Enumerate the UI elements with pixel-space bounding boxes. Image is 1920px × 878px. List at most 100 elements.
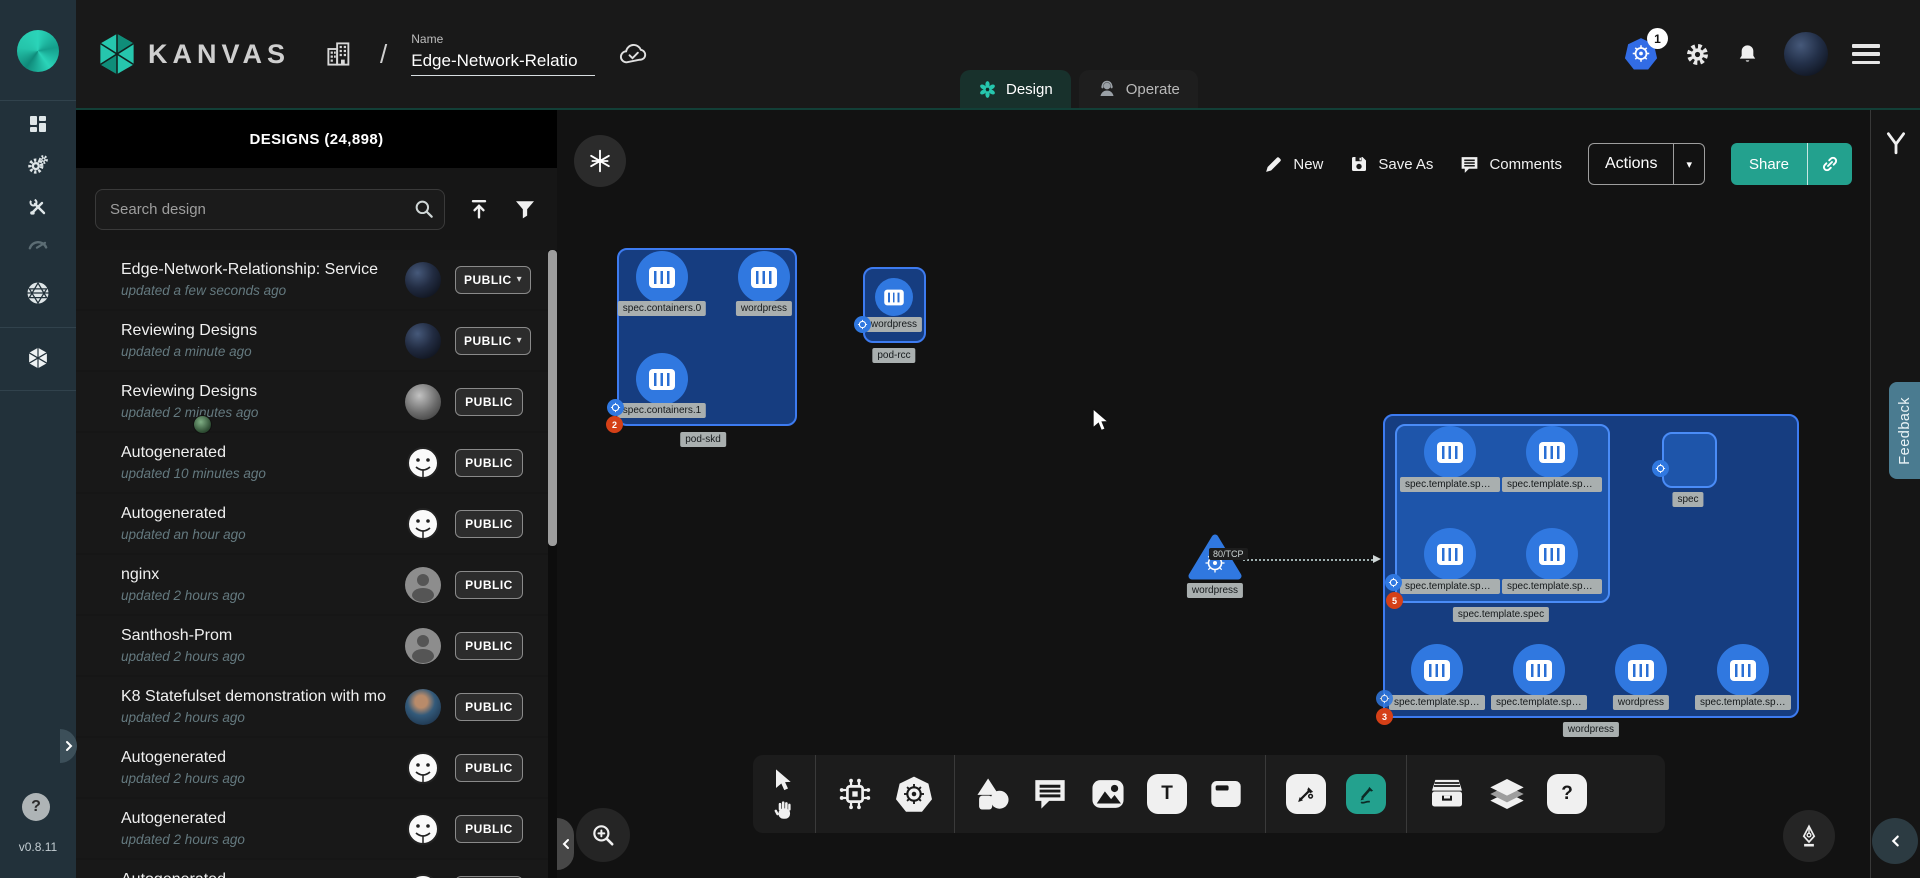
note-tool[interactable] bbox=[1207, 775, 1245, 813]
node-bottom-container-2[interactable] bbox=[1615, 644, 1667, 696]
list-item[interactable]: Autogeneratedupdated 2 hours agoPUBLIC bbox=[76, 799, 549, 858]
visibility-badge[interactable]: PUBLIC▾ bbox=[455, 266, 531, 294]
actions-caret-icon[interactable]: ▾ bbox=[1674, 144, 1704, 184]
sidebar-item-lifecycle[interactable] bbox=[18, 148, 58, 182]
edge-service-to-deployment[interactable] bbox=[1243, 559, 1377, 561]
list-item[interactable]: Edge-Network-Relationship: Serviceupdate… bbox=[76, 250, 549, 309]
menu-button[interactable] bbox=[1852, 44, 1880, 64]
image-tool[interactable] bbox=[1089, 775, 1127, 813]
notifications-button[interactable] bbox=[1735, 41, 1760, 68]
hierarchy-view-button[interactable] bbox=[1879, 126, 1913, 160]
design-name-input[interactable] bbox=[411, 49, 595, 76]
tab-operate[interactable]: Operate bbox=[1079, 70, 1198, 108]
helm-badge-icon[interactable] bbox=[1385, 574, 1402, 591]
freehand-draw-tool-active[interactable] bbox=[1346, 774, 1386, 814]
import-design-button[interactable] bbox=[467, 197, 491, 221]
search-input[interactable] bbox=[95, 189, 445, 230]
node-bottom-container-3[interactable] bbox=[1717, 644, 1769, 696]
canvas-menu-button[interactable] bbox=[574, 135, 626, 187]
visibility-badge[interactable]: PUBLIC bbox=[455, 449, 523, 477]
user-avatar[interactable] bbox=[1784, 32, 1828, 76]
filter-button[interactable] bbox=[513, 197, 537, 221]
visibility-badge[interactable]: PUBLIC▾ bbox=[455, 327, 531, 355]
visibility-badge[interactable]: PUBLIC bbox=[455, 388, 523, 416]
canvas-toolbar: New Save As Comments Actions ▾ Share bbox=[1263, 142, 1852, 186]
visibility-badge[interactable]: PUBLIC bbox=[455, 510, 523, 538]
error-count-badge[interactable]: 5 bbox=[1386, 592, 1403, 609]
visibility-badge[interactable]: PUBLIC bbox=[455, 754, 523, 782]
list-item[interactable]: Reviewing Designsupdated 2 minutes agoPU… bbox=[76, 372, 549, 431]
list-item[interactable]: Autogeneratedupdated 2 hours agoPUBLIC bbox=[76, 738, 549, 797]
visibility-badge[interactable]: PUBLIC bbox=[455, 815, 523, 843]
node-template-container-1[interactable] bbox=[1526, 426, 1578, 478]
comments-button[interactable]: Comments bbox=[1459, 154, 1562, 175]
visibility-badge[interactable]: PUBLIC bbox=[455, 571, 523, 599]
comment-tool[interactable] bbox=[1031, 775, 1069, 813]
list-item[interactable]: Autogeneratedupdated 2 hours agoPUBLIC bbox=[76, 860, 549, 878]
sidebar-item-performance[interactable] bbox=[18, 228, 58, 262]
help-button[interactable]: ? bbox=[22, 793, 50, 821]
helm-badge-icon[interactable] bbox=[607, 399, 624, 416]
helm-badge-icon[interactable] bbox=[1652, 460, 1669, 477]
help-tool[interactable]: ? bbox=[1547, 774, 1587, 814]
node-container-0[interactable] bbox=[636, 251, 688, 303]
sidebar-item-meshery[interactable] bbox=[18, 276, 58, 310]
feedback-tab[interactable]: Feedback bbox=[1889, 382, 1920, 479]
helm-badge-icon[interactable] bbox=[854, 316, 871, 333]
node-spec[interactable] bbox=[1662, 432, 1717, 488]
list-item[interactable]: Reviewing Designsupdated a minute agoPUB… bbox=[76, 311, 549, 370]
components-tool[interactable] bbox=[836, 775, 874, 813]
node-container-wordpress[interactable] bbox=[738, 251, 790, 303]
select-tool[interactable] bbox=[773, 768, 795, 792]
meshery-logo[interactable] bbox=[17, 30, 59, 72]
list-item[interactable]: Santhosh-Promupdated 2 hours agoPUBLIC bbox=[76, 616, 549, 675]
copy-link-button[interactable] bbox=[1808, 143, 1852, 185]
save-as-button[interactable]: Save As bbox=[1349, 154, 1433, 174]
helm-badge-icon[interactable] bbox=[1376, 690, 1393, 707]
pan-tool[interactable] bbox=[773, 799, 795, 821]
node-bottom-container-1[interactable] bbox=[1513, 644, 1565, 696]
design-title: Autogenerated bbox=[121, 505, 405, 523]
tab-design[interactable]: Design bbox=[960, 70, 1071, 108]
shapes-tool[interactable] bbox=[975, 776, 1011, 812]
text-tool[interactable]: T bbox=[1147, 774, 1187, 814]
node-template-container-2[interactable] bbox=[1424, 528, 1476, 580]
dock-collapse-button[interactable] bbox=[1872, 818, 1918, 864]
design-mode-indicator[interactable] bbox=[1783, 810, 1835, 862]
node-template-container-3[interactable] bbox=[1526, 528, 1578, 580]
list-item[interactable]: nginxupdated 2 hours agoPUBLIC bbox=[76, 555, 549, 614]
node-container-wordpress-2[interactable] bbox=[875, 278, 913, 316]
layers-tool[interactable] bbox=[1487, 774, 1527, 814]
error-count-badge[interactable]: 3 bbox=[1376, 708, 1393, 725]
node-template-container-0[interactable] bbox=[1424, 426, 1476, 478]
list-item[interactable]: Autogeneratedupdated an hour agoPUBLIC bbox=[76, 494, 549, 553]
panel-collapse-button[interactable] bbox=[557, 818, 574, 870]
design-list: Edge-Network-Relationship: Serviceupdate… bbox=[76, 250, 549, 878]
pen-path-tool[interactable] bbox=[1286, 774, 1326, 814]
list-item[interactable]: K8 Statefulset demonstration with moupda… bbox=[76, 677, 549, 736]
share-button[interactable]: Share bbox=[1731, 143, 1852, 185]
sidebar-item-dashboard[interactable] bbox=[18, 107, 58, 141]
kanvas-hexagon-icon bbox=[25, 345, 51, 371]
visibility-badge[interactable]: PUBLIC bbox=[455, 693, 523, 721]
sidebar-item-configuration[interactable] bbox=[18, 190, 58, 224]
panel-scrollbar-thumb[interactable] bbox=[548, 250, 557, 546]
visibility-badge[interactable]: PUBLIC bbox=[455, 632, 523, 660]
sidebar-item-kanvas[interactable] bbox=[18, 341, 58, 375]
kubernetes-components-tool[interactable] bbox=[894, 774, 934, 814]
new-design-button[interactable]: New bbox=[1263, 154, 1323, 175]
saved-components-drawer[interactable] bbox=[1427, 774, 1467, 814]
list-item[interactable]: Autogeneratedupdated 10 minutes agoPUBLI… bbox=[76, 433, 549, 492]
zoom-button[interactable] bbox=[576, 808, 630, 862]
rail-expand-button[interactable] bbox=[60, 729, 77, 763]
settings-button[interactable] bbox=[1684, 41, 1711, 68]
node-bottom-container-0[interactable] bbox=[1411, 644, 1463, 696]
error-count-badge[interactable]: 2 bbox=[606, 416, 623, 433]
actions-button[interactable]: Actions ▾ bbox=[1588, 143, 1705, 185]
image-icon bbox=[1089, 775, 1127, 813]
k8s-context-switcher[interactable]: 1 bbox=[1624, 37, 1660, 71]
node-container-1[interactable] bbox=[636, 353, 688, 405]
design-canvas[interactable]: New Save As Comments Actions ▾ Share bbox=[557, 110, 1870, 878]
search-icon[interactable] bbox=[413, 198, 435, 220]
organization-icon[interactable] bbox=[324, 39, 354, 69]
